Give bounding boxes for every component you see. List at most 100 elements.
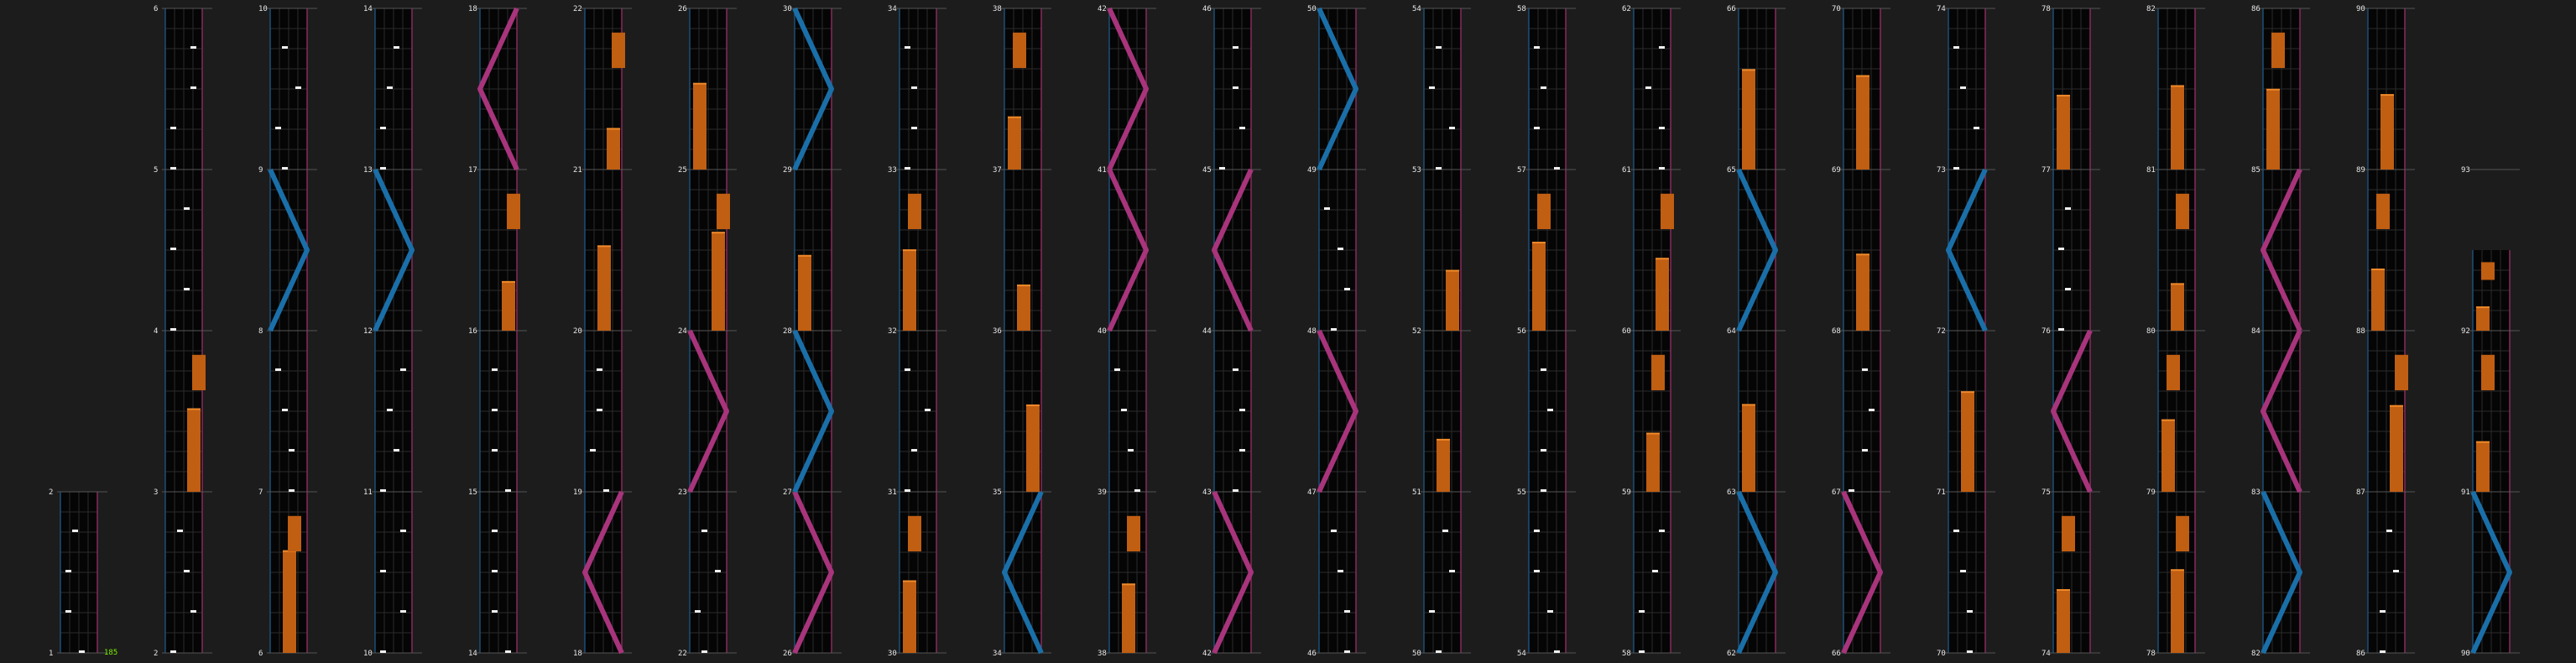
measure-number: 80 bbox=[2146, 327, 2156, 336]
measure-number: 28 bbox=[783, 327, 792, 336]
measure-number: 18 bbox=[573, 650, 582, 658]
measure-number: 26 bbox=[678, 5, 687, 13]
hold-note bbox=[1856, 254, 1869, 331]
tap-note bbox=[1233, 368, 1238, 371]
measure-number: 37 bbox=[993, 166, 1002, 175]
measure-number: 74 bbox=[2042, 650, 2051, 658]
measure-number: 77 bbox=[2042, 166, 2051, 175]
measure-number: 22 bbox=[678, 650, 687, 658]
hold-note bbox=[2271, 32, 2285, 69]
tap-note bbox=[1449, 570, 1455, 572]
measure-number: 7 bbox=[258, 488, 263, 497]
tap-note bbox=[1436, 167, 1442, 170]
hold-note bbox=[712, 232, 725, 331]
measure-number: 55 bbox=[1517, 488, 1526, 497]
tap-note bbox=[701, 650, 707, 653]
tap-note bbox=[1849, 489, 1854, 492]
hold-note bbox=[502, 281, 515, 331]
measure-number: 73 bbox=[1937, 166, 1946, 175]
tap-note bbox=[715, 570, 721, 572]
hold-note bbox=[2390, 405, 2403, 492]
measure-number: 81 bbox=[2146, 166, 2156, 175]
tap-note bbox=[177, 530, 183, 532]
measure-number: 70 bbox=[1832, 5, 1841, 13]
tap-note bbox=[1953, 167, 1959, 170]
measure-number: 50 bbox=[1412, 650, 1421, 658]
measure-number: 61 bbox=[1622, 166, 1631, 175]
measure-number: 82 bbox=[2146, 5, 2156, 13]
tap-note bbox=[289, 449, 295, 452]
tap-note bbox=[387, 86, 393, 89]
tap-note bbox=[1219, 167, 1225, 170]
tap-note bbox=[79, 650, 85, 653]
tap-note bbox=[1338, 248, 1343, 250]
measure-number: 78 bbox=[2146, 650, 2156, 658]
measure-number: 51 bbox=[1412, 488, 1421, 497]
hold-note bbox=[1961, 392, 1974, 492]
hold-note bbox=[903, 581, 916, 653]
measure-number: 14 bbox=[363, 5, 373, 13]
measure-number: 22 bbox=[573, 5, 582, 13]
tap-note bbox=[184, 570, 190, 572]
tap-note bbox=[1429, 86, 1435, 89]
measure-number: 85 bbox=[2251, 166, 2261, 175]
measure-number: 86 bbox=[2356, 650, 2365, 658]
tap-note bbox=[590, 449, 596, 452]
tap-note bbox=[2058, 328, 2064, 331]
tap-note bbox=[2393, 570, 2399, 572]
hold-note bbox=[2062, 515, 2075, 552]
measure-number: 6 bbox=[154, 5, 158, 13]
tap-note bbox=[1960, 86, 1966, 89]
measure-number: 30 bbox=[783, 5, 792, 13]
tap-note bbox=[2065, 207, 2071, 210]
tap-note bbox=[1233, 489, 1238, 492]
tap-note bbox=[380, 127, 386, 129]
hold-note bbox=[2481, 354, 2495, 391]
hold-note bbox=[507, 193, 520, 230]
hold-note bbox=[2176, 515, 2189, 552]
tap-note bbox=[400, 368, 406, 371]
hold-note bbox=[908, 515, 921, 552]
hold-note bbox=[607, 128, 620, 170]
measure-number: 63 bbox=[1727, 488, 1736, 497]
tap-note bbox=[1442, 530, 1448, 532]
tap-note bbox=[905, 489, 910, 492]
measure-number: 11 bbox=[363, 488, 373, 497]
measure-number: 4 bbox=[154, 327, 158, 336]
tap-note bbox=[695, 610, 701, 613]
tap-note bbox=[1429, 610, 1435, 613]
measure-number: 34 bbox=[888, 5, 897, 13]
tap-note bbox=[1134, 489, 1140, 492]
tap-note bbox=[184, 288, 190, 290]
tap-note bbox=[701, 530, 707, 532]
tap-note bbox=[1554, 650, 1560, 653]
measure-number: 42 bbox=[1202, 650, 1212, 658]
tap-note bbox=[1324, 207, 1330, 210]
tap-note bbox=[1331, 328, 1337, 331]
hold-note bbox=[2395, 354, 2408, 391]
tap-note bbox=[394, 46, 399, 49]
measure-number: 53 bbox=[1412, 166, 1421, 175]
measure-number: 65 bbox=[1727, 166, 1736, 175]
measure-number: 19 bbox=[573, 488, 582, 497]
hold-note bbox=[2380, 95, 2394, 170]
tap-note bbox=[1974, 127, 1979, 129]
tap-note bbox=[289, 489, 295, 492]
tap-note bbox=[1862, 368, 1868, 371]
hold-note bbox=[908, 193, 921, 230]
hold-note bbox=[192, 354, 206, 391]
hold-note bbox=[1437, 439, 1450, 492]
measure-number: 54 bbox=[1412, 5, 1421, 13]
hold-note bbox=[2171, 570, 2184, 653]
tap-note bbox=[1233, 86, 1238, 89]
hold-note bbox=[288, 515, 301, 552]
measure-number: 46 bbox=[1202, 5, 1212, 13]
measure-number: 68 bbox=[1832, 327, 1841, 336]
measure-number: 6 bbox=[258, 650, 263, 658]
tap-note bbox=[1652, 570, 1658, 572]
hold-note bbox=[1651, 354, 1665, 391]
tap-note bbox=[1953, 530, 1959, 532]
measure-number: 75 bbox=[2042, 488, 2051, 497]
measure-number: 14 bbox=[468, 650, 477, 658]
tap-note bbox=[1953, 46, 1959, 49]
